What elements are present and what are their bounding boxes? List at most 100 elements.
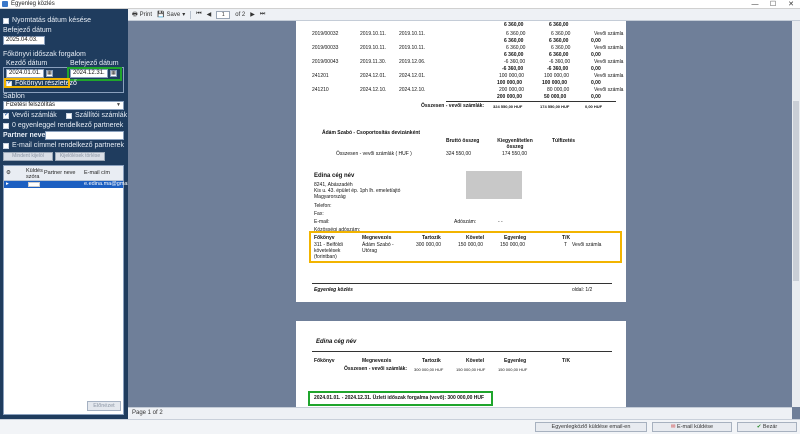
supplier-invoices-checkbox[interactable]: Szállítói számlák (66, 112, 127, 119)
cell: 2019.10.11. (399, 31, 426, 37)
sum-debit: 300 000,00 HUF (414, 367, 444, 372)
checkbox[interactable] (3, 111, 9, 119)
col-overdue: Túlfizetés (552, 138, 576, 144)
page-input[interactable]: 1 (216, 10, 231, 19)
send-email-button[interactable]: Egyenlegközlő küldése email-en (535, 422, 647, 432)
divider (312, 351, 612, 352)
end-date-input[interactable]: 2025.04.03. (3, 36, 45, 45)
save-button[interactable]: 💾 Save ▾ (157, 11, 185, 19)
phone-label: Telefon: (314, 203, 332, 209)
row-pointer-icon: ▸ (6, 181, 9, 187)
report-page-2: Edina cég név Főkönyv Megnevezés Tartozi… (296, 321, 626, 407)
checkbox[interactable] (3, 122, 9, 129)
partner-title: Ádám Szabó - Csoportosítás devizánként (322, 130, 421, 136)
scrollbar-thumb[interactable] (793, 101, 799, 281)
group-label: Összesen - vevői számlák ( HUF ) (336, 151, 412, 157)
company-name: Edina cég név (314, 173, 355, 179)
cell: 100 000,00 (499, 73, 525, 79)
report-page-1: 6 360,00 6 360,00 2019/00032 2019.10.11.… (296, 21, 626, 302)
next-page-icon[interactable]: ▶ (250, 11, 255, 18)
cell: Vevői számla (594, 73, 624, 79)
minimize-button[interactable]: — (746, 0, 764, 9)
print-label: Print (139, 11, 153, 18)
cell: 6 360,00 (506, 45, 526, 51)
maximize-button[interactable]: ☐ (764, 0, 782, 9)
cell: 6 360,00 (506, 31, 526, 37)
cell: 2019/00033 (312, 45, 339, 51)
sum-net: 174 550,00 HUF (540, 104, 570, 109)
prev-page-icon[interactable]: ◀ (207, 11, 212, 18)
cell: 80 000,00 (547, 87, 570, 93)
start-date-label: Kezdő dátum (6, 60, 48, 67)
last-page-icon[interactable]: ⏭ (260, 11, 265, 18)
cell: 6 360,00 (551, 45, 571, 51)
email-send-label: E-mail küldése (677, 424, 714, 430)
cell: 2019.10.11. (399, 45, 426, 51)
cell: 100 000,00 (497, 80, 523, 86)
cell: 2019.10.11. (360, 45, 387, 51)
printer-icon: 🖶 (132, 11, 138, 18)
close-label: Bezár (762, 424, 778, 430)
print-button[interactable]: 🖶 Print (132, 10, 152, 20)
cell: 100 000,00 (544, 73, 570, 79)
close-button[interactable]: ✕ (782, 0, 800, 9)
cell: 241210 (312, 87, 329, 93)
grid-header: ⚙ Küldés szóra Partner neve E-mail cím (4, 166, 123, 181)
bottom-bar: Egyenlegközlő küldése email-en ✉ E-mail … (0, 419, 800, 434)
email-partners-checkbox[interactable]: E-mail címmel rendelkező partnerek (3, 142, 124, 149)
cell: 6 360,00 (549, 52, 569, 58)
checkbox[interactable] (66, 112, 72, 119)
divider (446, 101, 616, 102)
customer-invoices-checkbox[interactable]: Vevői számlák (3, 111, 57, 119)
ledger-col: T/K (562, 358, 571, 364)
email-icon: ✉ (670, 424, 676, 430)
checkbox[interactable] (3, 142, 9, 149)
col-gross: Bruttó összeg (446, 138, 480, 144)
status-bar: Page 1 of 2 (128, 407, 792, 419)
sum-label: Összesen - vevői számlák: (421, 103, 485, 109)
col-email[interactable]: E-mail cím (84, 170, 110, 176)
grid-header-icon: ⚙ (6, 170, 11, 176)
sum-balance: 150 000,00 HUF (498, 367, 528, 372)
partner-name-label: Partner neve (3, 132, 46, 139)
checkbox-label: 0 egyenleggel rendelkező partnerek (12, 122, 124, 129)
checkbox[interactable] (3, 17, 9, 24)
cell: 6 360,00 (504, 22, 524, 28)
select-all-button[interactable]: Mindent kijelöl (3, 152, 53, 161)
cell: 2019.12.06. (399, 59, 426, 65)
report-viewer: 🖶 Print 💾 Save ▾ ⏮ ◀ 1 of 2 ▶ ⏭ 6 360,00 6 … (128, 9, 800, 419)
calendar-icon[interactable]: ▦ (46, 70, 53, 77)
close-dialog-button[interactable]: ✔ Bezár (737, 422, 797, 432)
cell: 6 360,00 (504, 52, 524, 58)
ledger-col: Tartozik (422, 358, 441, 364)
cell: 2019/00032 (312, 31, 339, 37)
cell: Vevői számla (594, 87, 624, 93)
ledger-col: Megnevezés (362, 358, 392, 364)
app-icon (2, 1, 8, 7)
send-checkbox[interactable] (28, 182, 40, 187)
cell: -6 360,00 (547, 66, 569, 72)
filter-panel: Nyomtatás dátum késése Befejező dátum 20… (0, 9, 142, 434)
cell: 0,00 (591, 66, 601, 72)
preview-button[interactable]: Előnézet (87, 401, 121, 411)
first-page-icon[interactable]: ⏮ (196, 11, 201, 18)
cell: 200 000,00 (499, 87, 525, 93)
cell: -6 360,00 (549, 59, 571, 65)
due-date-checkbox[interactable]: Nyomtatás dátum késése (3, 17, 91, 24)
footer-title: Egyenleg közlés (314, 287, 353, 293)
partner-name-input[interactable] (45, 131, 124, 140)
email-send-button[interactable]: ✉ E-mail küldése (652, 422, 732, 432)
zero-balance-checkbox[interactable]: 0 egyenleggel rendelkező partnerek (3, 122, 123, 129)
col-send[interactable]: Küldés szóra (26, 168, 43, 180)
cell: 2019.11.30. (360, 59, 387, 65)
sum-credit: 150 000,00 HUF (456, 367, 486, 372)
clear-selection-button[interactable]: Kijelölések törlése (55, 152, 105, 161)
cell: 200 000,00 (497, 94, 523, 100)
start-date-input[interactable]: 2024.01.01. (6, 69, 44, 78)
table-row[interactable]: ▸ e.edina.ma@gmail.com (4, 181, 142, 188)
col-partner[interactable]: Partner neve (44, 170, 76, 176)
tax-value: - - (498, 219, 503, 225)
template-select[interactable]: Fizetési felszólítás ▼ (3, 101, 124, 110)
checkbox-label: E-mail címmel rendelkező partnerek (12, 142, 125, 149)
vertical-scrollbar[interactable] (792, 21, 800, 407)
